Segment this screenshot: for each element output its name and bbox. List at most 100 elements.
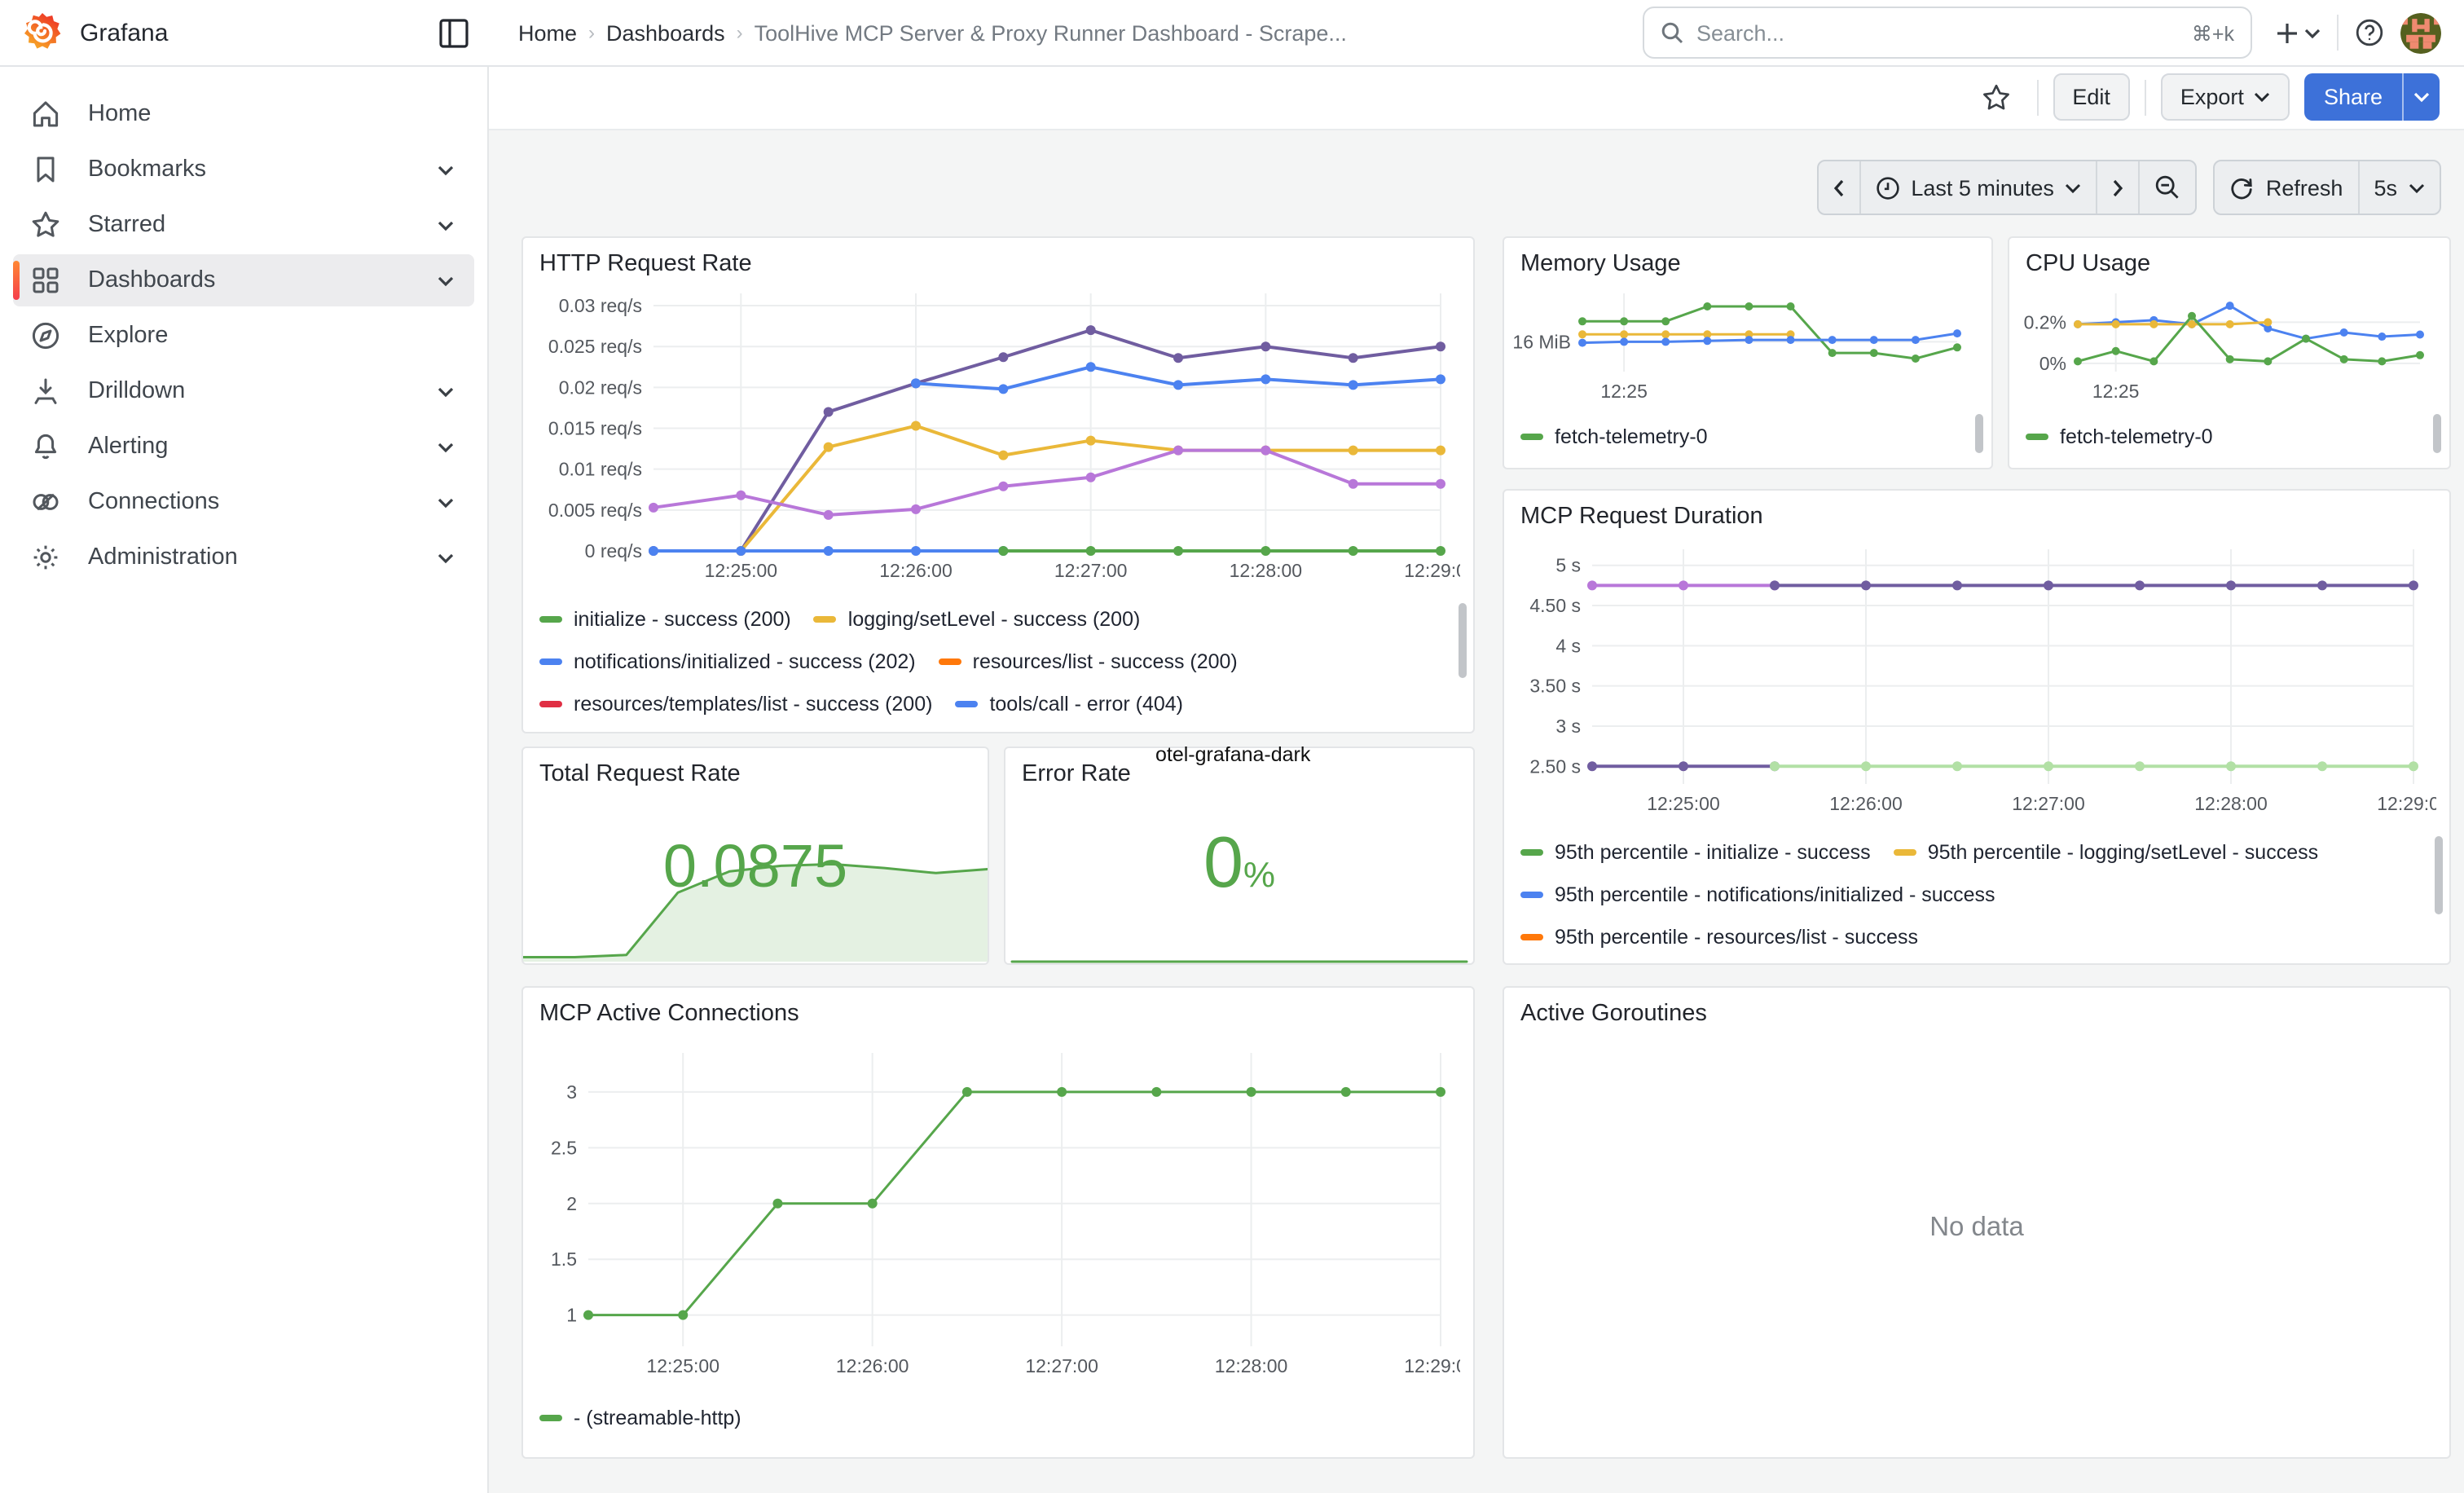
legend-item[interactable]: logging/setLevel - success (200) xyxy=(814,600,1141,639)
panel-total-request-rate: Total Request Rate 0.0875 xyxy=(521,746,989,965)
chevron-down-icon[interactable] xyxy=(437,219,455,231)
legend-item[interactable]: resources/templates/list - success (200) xyxy=(539,685,932,724)
chevron-down-icon[interactable] xyxy=(437,275,455,286)
panel-title[interactable]: Memory Usage xyxy=(1520,251,1681,277)
chevron-down-icon[interactable] xyxy=(437,385,455,397)
breadcrumb-separator: › xyxy=(737,21,743,44)
sidebar-item-dashboards[interactable]: Dashboards xyxy=(13,254,474,306)
share-button[interactable]: Share xyxy=(2304,73,2440,121)
legend-swatch xyxy=(1894,849,1916,856)
time-forward-button[interactable] xyxy=(2097,161,2139,214)
svg-text:12:29:00: 12:29:00 xyxy=(1404,1355,1460,1376)
help-button[interactable] xyxy=(2355,18,2384,47)
panel-title[interactable]: Active Goroutines xyxy=(1520,1001,1707,1027)
legend-item[interactable]: 95th percentile - logging/setLevel - suc… xyxy=(1894,833,2318,872)
sidebar-item-explore[interactable]: Explore xyxy=(13,310,474,362)
legend-item[interactable]: 95th percentile - notifications/initiali… xyxy=(1520,875,1995,914)
sidebar-item-administration[interactable]: Administration xyxy=(13,531,474,584)
drag-label: otel-grafana-dark xyxy=(1155,743,1310,766)
stat-value: 0% xyxy=(1005,823,1473,905)
breadcrumb-home[interactable]: Home xyxy=(518,20,577,45)
sidebar-item-connections[interactable]: Connections xyxy=(13,476,474,528)
sidebar-item-label: Administration xyxy=(88,544,437,570)
panel-title[interactable]: HTTP Request Rate xyxy=(539,251,752,277)
legend-swatch xyxy=(539,701,562,707)
error-rate-sparkline[interactable] xyxy=(1005,944,1473,963)
chevron-down-icon[interactable] xyxy=(437,441,455,452)
legend-item[interactable]: 95th percentile - resources/list - succe… xyxy=(1520,918,1918,957)
breadcrumb-separator: › xyxy=(588,21,595,44)
share-dropdown-button[interactable] xyxy=(2402,73,2440,121)
legend-swatch xyxy=(1520,934,1543,940)
panel-title[interactable]: Total Request Rate xyxy=(539,761,741,787)
legend-label: 95th percentile - resources/list - succe… xyxy=(1555,918,1918,957)
panel-title[interactable]: MCP Request Duration xyxy=(1520,504,1763,530)
legend-item[interactable]: fetch-telemetry-0 xyxy=(1520,417,1708,456)
zoom-out-button[interactable] xyxy=(2139,161,2196,214)
refresh-button[interactable]: Refresh xyxy=(2215,161,2358,214)
stat-value: 0.0875 xyxy=(523,833,988,901)
legend-label: tools/call - error (404) xyxy=(989,685,1183,724)
legend-item[interactable]: tools/call - error (404) xyxy=(955,685,1183,724)
svg-text:12:28:00: 12:28:00 xyxy=(1230,560,1303,581)
mcp-request-duration-chart[interactable]: 12:25:0012:26:0012:27:0012:28:0012:29:00… xyxy=(1514,533,2436,823)
cpu-usage-legend: fetch-telemetry-0 xyxy=(2026,414,2417,456)
legend-item[interactable]: resources/list - success (200) xyxy=(939,642,1238,681)
legend-scrollbar[interactable] xyxy=(1975,414,1983,453)
panel-title[interactable]: MCP Active Connections xyxy=(539,1001,799,1027)
legend-scrollbar[interactable] xyxy=(2435,836,2443,914)
legend-item[interactable]: - (streamable-http) xyxy=(539,1398,741,1438)
legend-item[interactable]: fetch-telemetry-0 xyxy=(2026,417,2213,456)
mcp-active-connections-chart[interactable]: 12:25:0012:26:0012:27:0012:28:0012:29:00… xyxy=(533,1037,1460,1385)
edit-button[interactable]: Edit xyxy=(2053,73,2130,121)
add-menu-button[interactable] xyxy=(2275,20,2321,45)
panel-mcp-request-duration: MCP Request Duration 12:25:0012:26:0012:… xyxy=(1503,489,2451,965)
sidebar-item-bookmarks[interactable]: Bookmarks xyxy=(13,143,474,196)
svg-text:3 s: 3 s xyxy=(1555,716,1581,737)
time-back-button[interactable] xyxy=(1818,161,1859,214)
search-input[interactable]: Search... ⌘+k xyxy=(1643,7,2252,59)
svg-text:12:28:00: 12:28:00 xyxy=(2194,793,2268,814)
sidebar-collapse-icon[interactable] xyxy=(438,17,469,48)
refresh-interval-picker[interactable]: 5s xyxy=(2357,161,2440,214)
chevron-down-icon xyxy=(2409,182,2425,193)
grafana-logo-icon[interactable] xyxy=(21,11,64,54)
http-request-rate-chart[interactable]: 12:25:0012:26:0012:27:0012:28:0012:29:00… xyxy=(533,280,1460,590)
panel-title[interactable]: CPU Usage xyxy=(2026,251,2150,277)
legend-label: notifications/initialized - success (202… xyxy=(574,642,916,681)
sidebar-item-home[interactable]: Home xyxy=(13,88,474,140)
legend-scrollbar[interactable] xyxy=(1459,603,1467,678)
svg-text:0.025 req/s: 0.025 req/s xyxy=(548,336,642,357)
svg-text:12:27:00: 12:27:00 xyxy=(2012,793,2085,814)
chevron-down-icon xyxy=(2413,91,2430,103)
sidebar-item-starred[interactable]: Starred xyxy=(13,199,474,251)
breadcrumb-dashboards[interactable]: Dashboards xyxy=(606,20,725,45)
avatar[interactable] xyxy=(2400,12,2441,53)
legend-item[interactable]: notifications/initialized - success (202… xyxy=(539,642,916,681)
panel-title[interactable]: Error Rate xyxy=(1022,761,1131,787)
export-button[interactable]: Export xyxy=(2161,73,2290,121)
legend-item[interactable]: 95th percentile - initialize - success xyxy=(1520,833,1871,872)
svg-text:2: 2 xyxy=(566,1193,577,1214)
chevron-down-icon xyxy=(2066,182,2082,193)
legend-swatch xyxy=(539,1415,562,1421)
memory-usage-chart[interactable]: 12:2516 MiB xyxy=(1511,284,1983,401)
svg-text:4.50 s: 4.50 s xyxy=(1529,595,1581,616)
chevron-down-icon[interactable] xyxy=(437,164,455,175)
svg-text:0%: 0% xyxy=(2039,353,2066,374)
chevron-down-icon[interactable] xyxy=(437,496,455,508)
svg-text:0.2%: 0.2% xyxy=(2024,311,2066,333)
svg-text:16 MiB: 16 MiB xyxy=(1512,331,1571,352)
chevron-down-icon[interactable] xyxy=(437,552,455,563)
cpu-usage-chart[interactable]: 12:250.2%0% xyxy=(2016,284,2443,401)
time-range-picker[interactable]: Last 5 minutes xyxy=(1859,161,2097,214)
legend-item[interactable]: initialize - success (200) xyxy=(539,600,791,639)
dashboard-actions-bar: Edit Export Share xyxy=(489,65,2464,130)
sidebar-item-drilldown[interactable]: Drilldown xyxy=(13,365,474,417)
sidebar-item-alerting[interactable]: Alerting xyxy=(13,421,474,473)
mcp-active-connections-legend: - (streamable-http) xyxy=(539,1395,1439,1438)
sidebar-item-label: Bookmarks xyxy=(88,156,437,183)
legend-scrollbar[interactable] xyxy=(2433,414,2441,453)
dashboards-icon xyxy=(29,264,62,297)
favorite-star-button[interactable] xyxy=(1969,73,2022,121)
